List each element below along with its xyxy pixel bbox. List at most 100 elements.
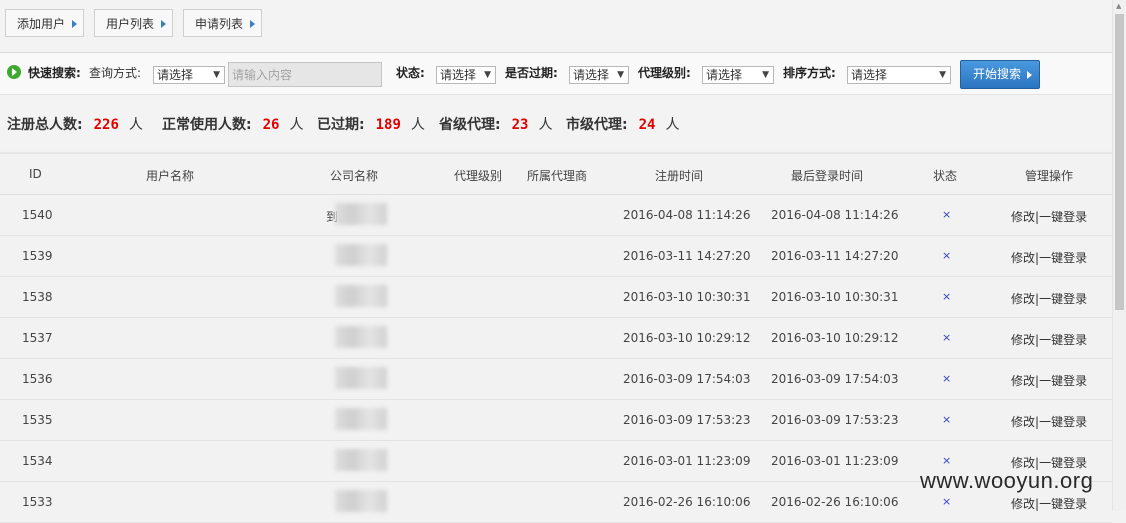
stat-unit: 人 — [289, 117, 304, 133]
row-id: 1536 — [22, 372, 53, 386]
watermark-text: www.wooyun.org — [920, 468, 1094, 493]
edit-link[interactable]: 修改 — [1011, 333, 1035, 347]
top-toolbar: 添加用户 用户列表 申请列表 — [0, 0, 1112, 53]
register-time: 2016-03-01 11:23:09 — [623, 454, 751, 468]
user-list-label: 用户列表 — [106, 17, 155, 31]
edit-link[interactable]: 修改 — [1011, 292, 1035, 306]
stat-city-agent: 市级代理: 24 人 — [566, 114, 679, 134]
stat-unit: 人 — [410, 117, 425, 133]
header-username: 用户名称 — [146, 169, 195, 183]
agent-level-select-value: 请选择 — [706, 68, 743, 82]
company-name-redacted — [332, 490, 388, 512]
last-login-time: 2016-03-09 17:53:23 — [771, 413, 899, 427]
edit-link[interactable]: 修改 — [1011, 374, 1035, 388]
last-login-time: 2016-04-08 11:14:26 — [771, 208, 899, 222]
stat-city-value: 24 — [638, 117, 656, 133]
expired-select-value: 请选择 — [573, 68, 610, 82]
status-select-value: 请选择 — [440, 68, 477, 82]
expired-select[interactable]: 请选择 ▼ — [569, 66, 629, 84]
query-mode-label: 查询方式: — [89, 66, 142, 80]
stat-city-label: 市级代理: — [566, 117, 628, 133]
company-name-redacted — [332, 326, 388, 348]
search-input[interactable] — [228, 62, 382, 87]
sort-label: 排序方式: — [783, 66, 836, 80]
row-id: 1537 — [22, 331, 53, 345]
application-list-label: 申请列表 — [195, 17, 244, 31]
start-search-label: 开始搜索 — [973, 67, 1022, 81]
add-user-button[interactable]: 添加用户 — [5, 9, 85, 37]
row-actions: 修改|一键登录 — [1011, 495, 1087, 512]
edit-link[interactable]: 修改 — [1011, 251, 1035, 265]
header-register-time: 注册时间 — [655, 169, 704, 183]
stat-province-label: 省级代理: — [439, 117, 501, 133]
header-status: 状态 — [933, 169, 958, 183]
one-click-login-link[interactable]: 一键登录 — [1039, 292, 1087, 306]
agent-level-select[interactable]: 请选择 ▼ — [702, 66, 774, 84]
status-x-icon[interactable]: × — [942, 372, 951, 385]
redaction-blur — [335, 285, 387, 307]
status-x-icon[interactable]: × — [942, 249, 951, 262]
add-user-label: 添加用户 — [17, 17, 66, 31]
one-click-login-link[interactable]: 一键登录 — [1039, 251, 1087, 265]
sort-select-value: 请选择 — [851, 68, 888, 82]
one-click-login-link[interactable]: 一键登录 — [1039, 497, 1087, 511]
stat-active: 正常使用人数: 26 人 — [162, 114, 303, 134]
scroll-up-icon[interactable]: ▲ — [1116, 2, 1121, 10]
redaction-blur — [335, 490, 387, 512]
status-x-icon[interactable]: × — [942, 208, 951, 221]
row-actions: 修改|一键登录 — [1011, 249, 1087, 266]
header-actions: 管理操作 — [1025, 169, 1074, 183]
arrow-right-icon — [161, 20, 167, 28]
company-name-redacted — [332, 285, 388, 307]
status-select[interactable]: 请选择 ▼ — [436, 66, 496, 84]
stats-summary: 注册总人数: 226 人 正常使用人数: 26 人 已过期: 189 人 省级代理: 23 人 … — [0, 95, 1112, 150]
vertical-scrollbar[interactable]: ▲ — [1112, 0, 1126, 511]
one-click-login-link[interactable]: 一键登录 — [1039, 374, 1087, 388]
stat-unit: 人 — [538, 117, 553, 133]
one-click-login-link[interactable]: 一键登录 — [1039, 415, 1087, 429]
one-click-login-link[interactable]: 一键登录 — [1039, 210, 1087, 224]
application-list-button[interactable]: 申请列表 — [183, 9, 263, 37]
row-actions: 修改|一键登录 — [1011, 372, 1087, 389]
dropdown-arrow-icon: ▼ — [762, 70, 769, 80]
stat-total: 注册总人数: 226 人 — [7, 114, 143, 134]
edit-link[interactable]: 修改 — [1011, 415, 1035, 429]
company-name-redacted — [332, 408, 388, 430]
quick-search-label: 快速搜索: — [28, 66, 81, 80]
header-id: ID — [29, 167, 42, 181]
header-agent-level: 代理级别 — [454, 169, 503, 183]
row-id: 1533 — [22, 495, 53, 509]
row-id: 1539 — [22, 249, 53, 263]
header-company: 公司名称 — [330, 169, 379, 183]
query-mode-select[interactable]: 请选择 ▼ — [153, 66, 225, 84]
start-search-button[interactable]: 开始搜索 — [960, 60, 1040, 89]
edit-link[interactable]: 修改 — [1011, 210, 1035, 224]
last-login-time: 2016-03-01 11:23:09 — [771, 454, 899, 468]
scrollbar-thumb[interactable] — [1115, 14, 1124, 310]
register-time: 2016-04-08 11:14:26 — [623, 208, 751, 222]
stat-expired-label: 已过期: — [317, 117, 365, 133]
dropdown-arrow-icon: ▼ — [617, 70, 624, 80]
stat-unit: 人 — [665, 117, 680, 133]
table-row: 1536 2016-03-09 17:54:03 2016-03-09 17:54:… — [0, 359, 1112, 400]
stat-province-agent: 省级代理: 23 人 — [439, 114, 552, 134]
header-last-login: 最后登录时间 — [791, 169, 864, 183]
status-x-icon[interactable]: × — [942, 331, 951, 344]
stat-active-label: 正常使用人数: — [162, 117, 252, 133]
row-id: 1535 — [22, 413, 53, 427]
agent-level-filter-label: 代理级别: — [638, 66, 691, 80]
dropdown-arrow-icon: ▼ — [213, 70, 220, 80]
status-x-icon[interactable]: × — [942, 290, 951, 303]
status-x-icon[interactable]: × — [942, 495, 951, 508]
register-time: 2016-03-09 17:53:23 — [623, 413, 751, 427]
stat-unit: 人 — [128, 117, 143, 133]
one-click-login-link[interactable]: 一键登录 — [1039, 333, 1087, 347]
status-x-icon[interactable]: × — [942, 454, 951, 467]
register-time: 2016-03-09 17:54:03 — [623, 372, 751, 386]
user-list-button[interactable]: 用户列表 — [94, 9, 174, 37]
status-x-icon[interactable]: × — [942, 413, 951, 426]
register-time: 2016-03-10 10:30:31 — [623, 290, 751, 304]
sort-select[interactable]: 请选择 ▼ — [847, 66, 951, 84]
user-table: ID 用户名称 公司名称 代理级别 所属代理商 注册时间 最后登录时间 状态 管… — [0, 152, 1112, 523]
edit-link[interactable]: 修改 — [1011, 497, 1035, 511]
